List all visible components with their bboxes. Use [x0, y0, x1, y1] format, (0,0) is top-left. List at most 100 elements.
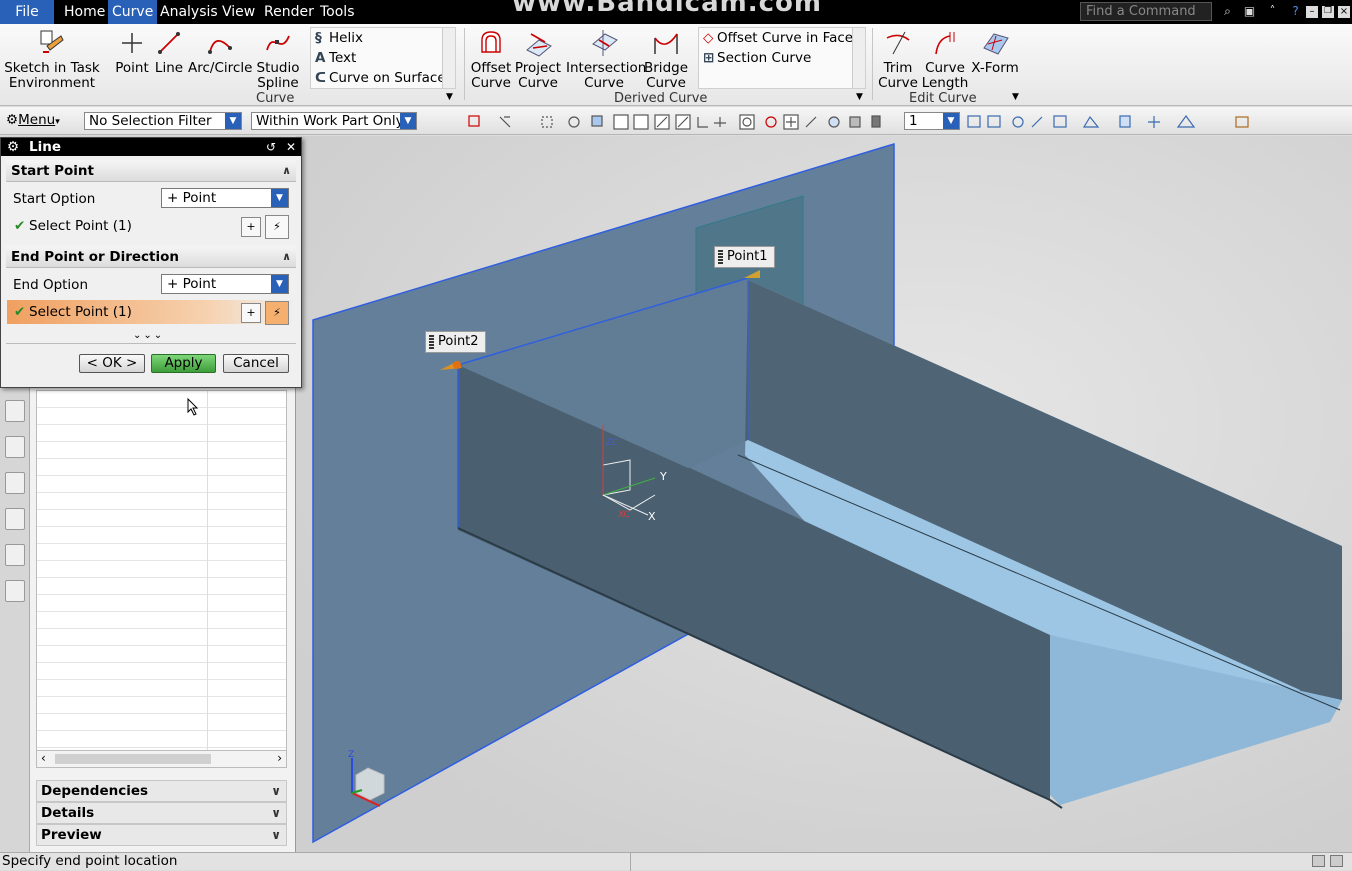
apply-button[interactable]: Apply: [151, 354, 216, 373]
fit-window-icon[interactable]: ▣: [1242, 4, 1257, 19]
arc-circle-button[interactable]: Arc/Circle: [188, 28, 252, 76]
project-curve-label: Project Curve: [514, 60, 562, 91]
web-browser-icon[interactable]: [5, 508, 25, 530]
full-screen-icon[interactable]: [1312, 855, 1325, 867]
layer-dropdown[interactable]: 1 ▼: [904, 112, 960, 130]
offset-curve-button[interactable]: Offset Curve: [470, 28, 512, 91]
axis-zc-label: ZC: [606, 438, 619, 448]
tab-render[interactable]: Render: [264, 0, 314, 24]
tab-curve[interactable]: Curve: [108, 0, 158, 24]
curve-on-surface-item[interactable]: ᑕ Curve on Surface: [311, 68, 455, 88]
point1-label[interactable]: Point1: [714, 246, 775, 268]
start-option-dropdown[interactable]: + Point ▼: [161, 188, 289, 208]
start-point-group[interactable]: Start Point ∧: [6, 160, 296, 182]
project-curve-button[interactable]: Project Curve: [514, 28, 562, 91]
trim-curve-button[interactable]: Trim Curve: [878, 28, 918, 91]
reuse-library-icon[interactable]: [5, 472, 25, 494]
curve-group-dropdown-icon[interactable]: ▼: [446, 92, 453, 102]
text-item[interactable]: A Text: [311, 48, 455, 68]
point-icon: +: [167, 190, 179, 206]
gallery-scrollbar[interactable]: [442, 28, 455, 88]
offset-curve-in-face-item[interactable]: ◇ Offset Curve in Face: [699, 28, 865, 48]
selection-scope-dropdown[interactable]: Within Work Part Only ▼: [251, 112, 417, 130]
system-materials-icon[interactable]: [5, 580, 25, 602]
arc-icon: [208, 40, 232, 54]
reset-icon[interactable]: ↺: [263, 139, 279, 155]
more-options-icon[interactable]: ⌄⌄⌄: [133, 330, 164, 341]
gear-icon[interactable]: ⚙: [7, 138, 19, 156]
bridge-curve-button[interactable]: Bridge Curve: [644, 28, 688, 91]
file-menu[interactable]: File: [0, 0, 54, 24]
search-icon[interactable]: ⌕: [1220, 4, 1235, 19]
end-point-group[interactable]: End Point or Direction ∧: [6, 246, 296, 268]
inferred-point-button[interactable]: ⚡: [265, 215, 289, 239]
point-icon: +: [167, 276, 179, 292]
scroll-right-icon[interactable]: ›: [277, 751, 282, 765]
model-view[interactable]: [296, 136, 1352, 852]
edit-group-dropdown-icon[interactable]: ▼: [1012, 92, 1019, 102]
history-icon[interactable]: [5, 400, 25, 422]
point-dialog-button[interactable]: +: [241, 303, 261, 323]
tab-analysis[interactable]: Analysis: [160, 0, 218, 24]
derived-curve-group-label: Derived Curve: [614, 91, 708, 106]
snap-toolbar-icons[interactable]: [424, 113, 904, 131]
check-icon: ✔: [14, 304, 26, 320]
curve-group-label: Curve: [256, 91, 295, 106]
restore-icon[interactable]: ❐: [1322, 6, 1334, 18]
derived-group-dropdown-icon[interactable]: ▼: [856, 92, 863, 102]
chevron-up-icon[interactable]: ˄: [1265, 4, 1280, 19]
scroll-thumb[interactable]: [55, 754, 211, 764]
close-icon[interactable]: ✕: [283, 139, 299, 155]
minimize-icon[interactable]: –: [1306, 6, 1318, 18]
ok-button[interactable]: < OK >: [79, 354, 145, 373]
derived-gallery-scrollbar[interactable]: [852, 28, 865, 88]
section-curve-item[interactable]: ⊞ Section Curve: [699, 48, 865, 68]
offset-curve-label: Offset Curve: [470, 60, 512, 91]
tab-tools[interactable]: Tools: [320, 0, 355, 24]
sketch-in-task-environment-button[interactable]: Sketch in Task Environment: [4, 28, 100, 91]
sketch-icon: [40, 30, 64, 53]
collapse-icon: ∧: [282, 164, 291, 177]
axis-x-label: X: [648, 510, 656, 523]
line-button[interactable]: Line: [154, 28, 184, 76]
point2-label[interactable]: Point2: [425, 331, 486, 353]
helix-icon: §: [315, 30, 322, 46]
toggle-view-icon[interactable]: [1330, 855, 1343, 867]
tab-view[interactable]: View: [222, 0, 255, 24]
derived-curve-gallery: ◇ Offset Curve in Face ⊞ Section Curve: [698, 27, 866, 89]
dependencies-section[interactable]: Dependencies ∨: [36, 780, 287, 802]
find-command-input[interactable]: Find a Command: [1080, 2, 1212, 21]
helix-item[interactable]: § Helix: [311, 28, 455, 48]
close-icon[interactable]: ×: [1338, 6, 1350, 18]
chevron-down-icon: ∨: [271, 784, 281, 798]
graphics-viewport[interactable]: Point1 Point2 Y X ZC XC Z: [296, 136, 1352, 852]
menu-button[interactable]: ⚙Menu▾: [6, 112, 60, 128]
studio-spline-button[interactable]: Studio Spline: [256, 28, 300, 91]
part-navigator-icon[interactable]: [5, 436, 25, 458]
intersection-curve-button[interactable]: Intersection Curve: [566, 28, 646, 91]
trim-curve-label: Trim Curve: [878, 60, 918, 91]
chevron-down-icon: ▼: [271, 189, 288, 207]
x-form-button[interactable]: X-Form: [970, 28, 1020, 76]
inferred-point-button[interactable]: ⚡: [265, 301, 289, 325]
selection-filter-dropdown[interactable]: No Selection Filter ▼: [84, 112, 242, 130]
chevron-down-icon: ▼: [400, 113, 416, 129]
scroll-left-icon[interactable]: ‹: [41, 751, 46, 765]
roles-icon[interactable]: [5, 544, 25, 566]
details-section[interactable]: Details ∨: [36, 802, 287, 824]
preview-section[interactable]: Preview ∨: [36, 824, 287, 846]
tab-home[interactable]: Home: [64, 0, 105, 24]
axis-y-label: Y: [660, 470, 667, 483]
point-dialog-button[interactable]: +: [241, 217, 261, 237]
line-icon: [158, 32, 180, 54]
cancel-button[interactable]: Cancel: [223, 354, 289, 373]
horizontal-scrollbar[interactable]: ‹ ›: [36, 750, 287, 768]
curve-length-label: Curve Length: [921, 60, 969, 91]
curve-length-button[interactable]: Curve Length: [920, 28, 970, 91]
navigator-grid[interactable]: [36, 390, 287, 756]
help-icon[interactable]: ?: [1288, 4, 1303, 19]
point-label: Point: [115, 60, 149, 76]
end-option-dropdown[interactable]: + Point ▼: [161, 274, 289, 294]
point-button[interactable]: Point: [114, 28, 150, 76]
view-toolbar-icons[interactable]: [966, 113, 1256, 131]
